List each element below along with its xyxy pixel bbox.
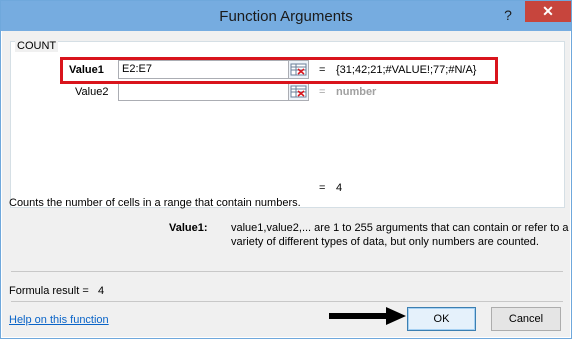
argument-help-text-1: value1,value2,... are 1 to 255 arguments… xyxy=(231,222,569,234)
collapse-dialog-icon[interactable] xyxy=(288,82,309,101)
dialog-title: Function Arguments xyxy=(219,8,353,25)
function-name: COUNT xyxy=(15,40,59,52)
value1-highlight xyxy=(60,57,498,84)
formula-result-label: Formula result = xyxy=(9,285,89,297)
help-icon[interactable]: ? xyxy=(498,5,518,25)
help-on-function-link[interactable]: Help on this function xyxy=(9,314,109,326)
argument-help-text-2: variety of different types of data, but … xyxy=(231,236,539,248)
result-equals: = xyxy=(319,182,326,194)
value2-input[interactable] xyxy=(118,82,290,101)
argument-help-label: Value1: xyxy=(169,222,208,234)
function-result: 4 xyxy=(336,182,343,194)
title-bar: Function Arguments ? ✕ xyxy=(1,1,571,31)
ok-button[interactable]: OK xyxy=(407,307,476,331)
divider xyxy=(11,271,563,272)
value2-result: number xyxy=(336,86,377,98)
close-button[interactable]: ✕ xyxy=(525,1,571,22)
formula-result-value: 4 xyxy=(98,285,105,297)
divider xyxy=(11,301,563,302)
cancel-button[interactable]: Cancel xyxy=(491,307,561,331)
pointer-arrow-icon xyxy=(329,307,406,325)
function-description: Counts the number of cells in a range th… xyxy=(9,197,301,209)
value2-equals: = xyxy=(319,86,326,98)
value2-label: Value2 xyxy=(75,86,109,98)
function-arguments-dialog: Function Arguments ? ✕ COUNT Value1 E2:E… xyxy=(0,0,572,339)
